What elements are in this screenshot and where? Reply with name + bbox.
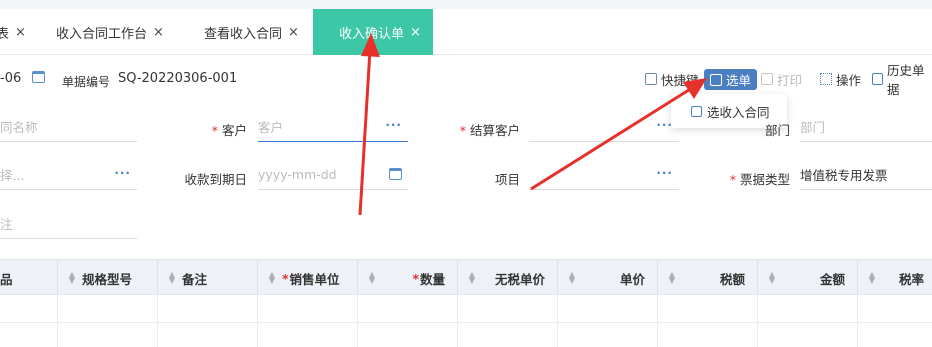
table-row[interactable]	[0, 323, 932, 347]
history-label: 历史单据	[887, 63, 925, 97]
operate-button[interactable]: 操作	[820, 66, 861, 92]
column-unit-price-no-tax[interactable]: ▲ ▼ 无税单价	[458, 260, 558, 296]
column-tax[interactable]: ▲ ▼ 税额	[658, 260, 758, 296]
dept-label: 部门	[764, 123, 790, 138]
dept-placeholder: 部门	[800, 120, 826, 135]
close-icon[interactable]: ×	[410, 25, 421, 40]
sort-icon: ▲ ▼	[768, 270, 776, 285]
settle-customer-label: * 结算客户	[459, 123, 520, 138]
sort-icon: ▲ ▼	[268, 270, 276, 285]
tab-contract-workbench[interactable]: 收入合同工作台 ×	[56, 9, 164, 55]
invoice-type-select[interactable]: 增值税专用发票	[800, 160, 932, 190]
shortcut-button[interactable]: 快捷键	[645, 66, 699, 92]
select-placeholder: 择...	[0, 168, 25, 183]
doc-no-value: SQ-20220306-001	[118, 71, 238, 86]
more-icon[interactable]: ···	[656, 166, 673, 180]
history-doc-icon	[872, 73, 883, 85]
sort-icon: ▲ ▼	[868, 270, 876, 285]
contract-icon	[691, 105, 702, 117]
select-doc-icon	[710, 73, 722, 86]
remark-placeholder: 注	[0, 217, 13, 232]
due-date-input[interactable]: yyyy-mm-dd	[258, 160, 408, 190]
close-icon[interactable]: ×	[15, 25, 26, 40]
close-icon[interactable]: ×	[153, 25, 164, 40]
project-label: 项目	[494, 172, 520, 187]
column-spec[interactable]: ▲ ▼ 规格型号	[58, 260, 158, 296]
contract-name-placeholder: 同名称	[0, 120, 38, 135]
calendar-icon[interactable]	[389, 168, 402, 180]
column-tax-rate[interactable]: ▲ ▼ 税率	[858, 260, 932, 296]
column-unit-price[interactable]: ▲ ▼ 单价	[558, 260, 658, 296]
print-button[interactable]: 打印	[761, 66, 802, 92]
customer-placeholder: 客户	[258, 120, 284, 135]
shortcut-label: 快捷键	[661, 72, 699, 88]
tab-label: 收入合同工作台	[56, 26, 148, 42]
project-input[interactable]: ···	[529, 160, 679, 190]
print-label: 打印	[777, 72, 803, 88]
tab-label: 查看收入合同	[204, 26, 283, 42]
column-sales-unit[interactable]: ▲ ▼ * 销售单位	[258, 260, 358, 296]
invoice-type-label: * 票据类型	[729, 172, 790, 187]
detail-grid-header: 品 ▲ ▼ 规格型号 ▲ ▼ 备注 ▲ ▼ * 销售单位 ▲ ▼ * 数量 ▲ ▼ 无税单价 ▲ ▼ 单价 …	[0, 259, 932, 296]
tab-view-contract[interactable]: 查看收入合同 ×	[204, 9, 299, 55]
customer-label: * 客户	[211, 123, 247, 138]
sort-icon: ▲ ▼	[468, 270, 476, 285]
sort-icon: ▲ ▼	[568, 270, 576, 285]
more-icon[interactable]: ···	[656, 118, 673, 132]
table-row[interactable]	[0, 295, 932, 323]
tab-income-confirmation[interactable]: 收入确认单 ×	[313, 9, 433, 55]
date-value[interactable]: -06	[0, 71, 21, 86]
column-amount[interactable]: ▲ ▼ 金额	[758, 260, 858, 296]
doc-no-label: 单据编号	[62, 75, 111, 89]
settle-customer-input[interactable]: ···	[529, 112, 679, 142]
column-remark[interactable]: ▲ ▼ 备注	[158, 260, 258, 296]
column-quantity[interactable]: ▲ ▼ * 数量	[358, 260, 458, 296]
printer-icon	[761, 73, 773, 85]
tab-label: 表	[0, 26, 10, 42]
due-date-placeholder: yyyy-mm-dd	[258, 167, 337, 182]
operate-label: 操作	[836, 72, 862, 88]
sort-icon: ▲ ▼	[368, 270, 376, 285]
keyboard-icon	[645, 73, 657, 85]
dept-input[interactable]: 部门	[800, 112, 932, 142]
tab-label: 收入确认单	[339, 26, 405, 42]
customer-input[interactable]: 客户 ···	[258, 112, 408, 142]
contract-name-field[interactable]: 同名称	[0, 112, 137, 142]
toolbar: -06 单据编号 SQ-20220306-001 快捷键 选单 打印 操作 历史…	[0, 63, 932, 97]
dropdown-item-select-contract[interactable]: 选收入合同	[707, 102, 770, 121]
select-button[interactable]: 选单	[704, 69, 758, 90]
top-strip	[0, 0, 932, 9]
remark-field[interactable]: 注	[0, 209, 137, 239]
sort-icon: ▲ ▼	[168, 270, 176, 285]
history-button[interactable]: 历史单据	[872, 63, 932, 97]
calendar-icon[interactable]	[32, 71, 45, 86]
column-product[interactable]: 品	[0, 260, 58, 296]
more-icon[interactable]: ···	[114, 166, 131, 180]
sort-icon: ▲ ▼	[68, 270, 76, 285]
due-date-label: 收款到期日	[184, 172, 247, 187]
close-icon[interactable]: ×	[288, 25, 299, 40]
grid-icon	[820, 73, 832, 85]
tab-bar: 表 × 收入合同工作台 × 查看收入合同 × 收入确认单 ×	[0, 0, 932, 55]
invoice-type-value: 增值税专用发票	[800, 168, 888, 183]
more-icon[interactable]: ···	[385, 118, 402, 132]
select-field[interactable]: 择... ···	[0, 160, 137, 190]
tab-report[interactable]: 表 ×	[0, 9, 26, 55]
select-label: 选单	[726, 73, 752, 88]
sort-icon: ▲ ▼	[668, 270, 676, 285]
